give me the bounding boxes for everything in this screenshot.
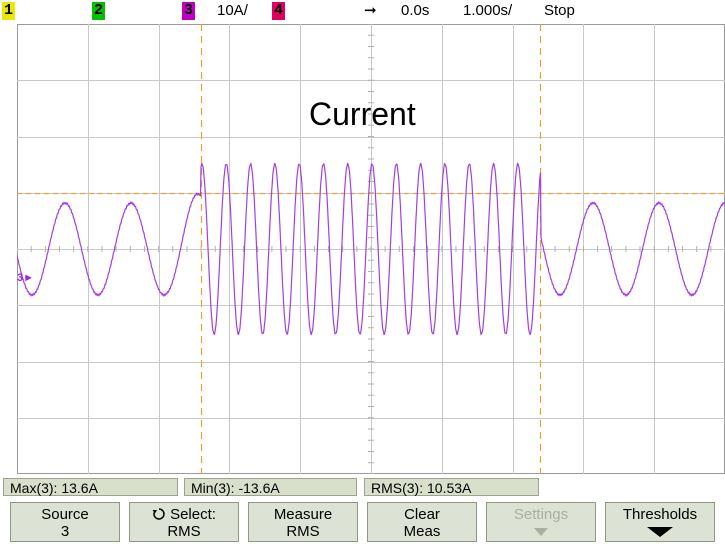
- clear-meas-label: Clear: [404, 506, 440, 523]
- scope-display: Current 3►: [17, 24, 725, 474]
- settings-softkey-label: Settings: [513, 506, 569, 523]
- clear-meas-softkey[interactable]: Clear Meas: [367, 502, 477, 542]
- min-measurement: Min(3): -13.6A: [184, 478, 357, 496]
- time-scale: 1.000s/: [463, 2, 513, 19]
- channel-3-ground-marker[interactable]: 3►: [17, 272, 34, 284]
- rotate-knob-icon: [152, 508, 165, 520]
- select-softkey-label: Select:: [170, 506, 216, 523]
- trigger-arrow-icon: ➞: [364, 2, 377, 19]
- settings-softkey: Settings: [486, 502, 596, 542]
- submenu-arrow-icon: [534, 528, 548, 536]
- clear-meas-value: Meas: [403, 523, 441, 540]
- channel-4-indicator[interactable]: 4: [272, 2, 285, 20]
- source-softkey-value: 3: [60, 523, 70, 540]
- trace-label: Current: [309, 96, 416, 132]
- measure-softkey-label: Measure: [273, 506, 333, 523]
- measure-softkey[interactable]: Measure RMS: [248, 502, 358, 542]
- channel-2-indicator[interactable]: 2: [92, 2, 105, 20]
- source-softkey-label: Source: [41, 506, 89, 523]
- run-state: Stop: [544, 2, 575, 19]
- thresholds-softkey[interactable]: Thresholds: [605, 502, 715, 542]
- rms-measurement: RMS(3): 10.53A: [364, 478, 539, 496]
- source-softkey[interactable]: Source 3: [10, 502, 120, 542]
- max-measurement: Max(3): 13.6A: [3, 478, 178, 496]
- status-bar: 1 2 3 10A/ 4 ➞ 0.0s 1.000s/ Stop: [0, 0, 725, 22]
- channel-3-scale: 10A/: [217, 2, 248, 19]
- submenu-arrow-icon: [647, 527, 673, 537]
- waveform-area: [17, 24, 725, 474]
- measurement-bar: Max(3): 13.6A Min(3): -13.6A RMS(3): 10.…: [0, 476, 725, 498]
- graticule: [17, 24, 725, 474]
- measure-softkey-value: RMS: [286, 523, 320, 540]
- thresholds-softkey-label: Thresholds: [622, 506, 698, 523]
- select-softkey-value: RMS: [167, 523, 201, 540]
- channel-3-indicator[interactable]: 3: [182, 2, 195, 20]
- channel-1-indicator[interactable]: 1: [2, 2, 15, 20]
- time-delay: 0.0s: [401, 2, 430, 19]
- select-softkey[interactable]: Select: RMS: [129, 502, 239, 542]
- softkey-bar: Source 3 Select: RMS Measure RMS Clear M…: [0, 500, 725, 544]
